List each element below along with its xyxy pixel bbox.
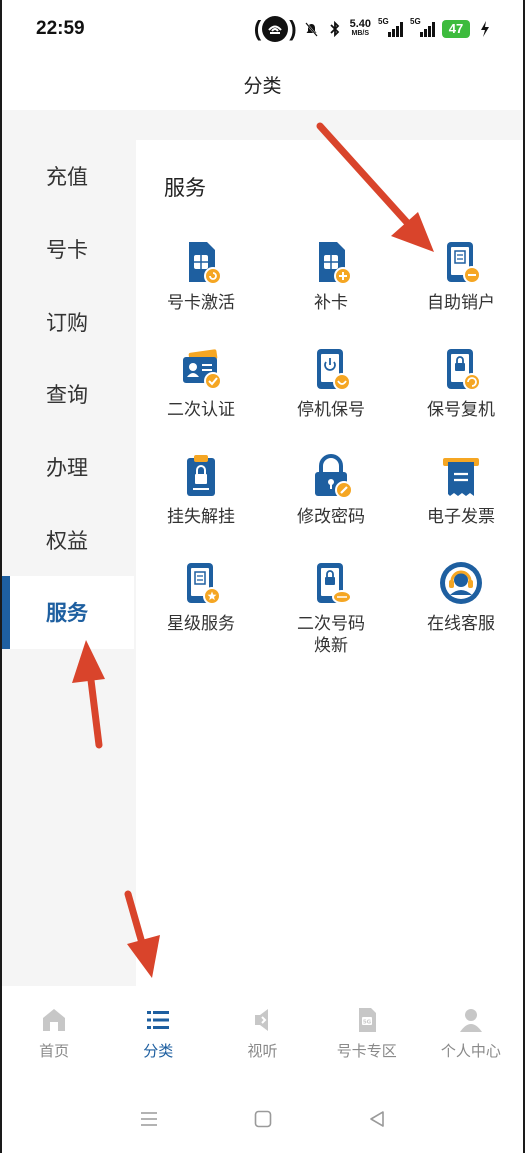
clipboard-lock-icon xyxy=(187,455,215,496)
charging-icon xyxy=(477,21,493,37)
service-sim-activate[interactable]: 号卡激活 xyxy=(136,238,266,345)
service-label: 挂失解挂 xyxy=(167,507,235,527)
status-icons: () 5.40 MB/S 5G 5G 47 xyxy=(254,16,493,42)
phone-cancel-icon xyxy=(447,242,481,284)
service-suspend-keep[interactable]: 停机保号 xyxy=(266,345,396,452)
tab-label: 号卡专区 xyxy=(336,1042,397,1060)
menu-icon[interactable] xyxy=(138,1108,160,1130)
service-number-renew[interactable]: 二次号码 焕新 xyxy=(266,559,396,666)
category-sidebar: 充值 号卡 订购 查询 办理 权益 服务 xyxy=(2,140,134,649)
service-online-support[interactable]: 在线客服 xyxy=(396,559,523,666)
sim-card-icon: 5G xyxy=(358,1008,376,1032)
service-report-loss[interactable]: 挂失解挂 xyxy=(136,452,266,559)
phone-lock-renew-icon xyxy=(317,563,352,604)
system-nav-bar xyxy=(2,1085,523,1153)
sidebar-item-service[interactable]: 服务 xyxy=(2,576,134,649)
service-label: 在线客服 xyxy=(427,614,495,634)
sim-activate-icon xyxy=(189,242,222,285)
service-sim-replace[interactable]: 补卡 xyxy=(266,238,396,345)
service-grid: 号卡激活 补卡 自助销户 二次认证 停机保号 保号复机 挂失解挂 修改密码 电子… xyxy=(136,238,523,666)
person-icon xyxy=(459,1009,482,1032)
section-title: 服务 xyxy=(164,176,206,200)
signal-1-icon: 5G xyxy=(378,17,403,37)
sidebar-item-recharge[interactable]: 充值 xyxy=(2,140,134,213)
service-restore[interactable]: 保号复机 xyxy=(396,345,523,452)
tab-label: 视听 xyxy=(247,1042,278,1060)
bluetooth-icon xyxy=(327,21,343,37)
phone-star-icon xyxy=(187,563,221,605)
lock-edit-icon xyxy=(315,454,353,499)
page-title: 分类 xyxy=(243,74,282,97)
tab-label: 分类 xyxy=(143,1042,174,1060)
sidebar-item-benefits[interactable]: 权益 xyxy=(2,503,134,576)
sidebar-item-sim-card[interactable]: 号卡 xyxy=(2,213,134,286)
page-header: 分类 xyxy=(2,58,523,110)
hotspot-icon: () xyxy=(253,16,297,42)
list-icon xyxy=(147,1011,170,1029)
service-label: 号卡激活 xyxy=(167,293,235,313)
service-label: 自助销户 xyxy=(427,293,495,313)
signal-2-icon: 5G xyxy=(410,17,435,37)
sidebar-item-handle[interactable]: 办理 xyxy=(2,431,134,504)
service-label: 停机保号 xyxy=(297,400,365,420)
tab-label: 个人中心 xyxy=(440,1042,501,1060)
service-second-verify[interactable]: 二次认证 xyxy=(136,345,266,452)
phone-screen: 22:59 () 5.40 MB/S 5G 5G 47 分类 充值 号卡 订购 查… xyxy=(0,0,525,1153)
invoice-icon xyxy=(443,458,479,496)
service-self-cancel[interactable]: 自助销户 xyxy=(396,238,523,345)
tab-sim-zone[interactable]: 5G 号卡专区 xyxy=(315,1006,419,1076)
service-label: 保号复机 xyxy=(427,400,495,420)
sidebar-item-subscribe[interactable]: 订购 xyxy=(2,285,134,358)
tab-audio-video[interactable]: 视听 xyxy=(210,1006,314,1076)
service-change-password[interactable]: 修改密码 xyxy=(266,452,396,559)
service-panel: 服务 号卡激活 补卡 自助销户 二次认证 停机保号 保号复机 挂失解挂 修改密码… xyxy=(136,140,523,986)
speaker-icon xyxy=(254,1009,268,1031)
bottom-tab-bar: 首页 分类 视听 5G 号卡专区 个人中心 xyxy=(2,986,523,1076)
id-verify-icon xyxy=(183,349,222,390)
service-label: 修改密码 xyxy=(297,507,365,527)
status-time: 22:59 xyxy=(36,18,85,39)
battery-level: 47 xyxy=(442,20,470,38)
service-label: 电子发票 xyxy=(427,507,495,527)
tab-profile[interactable]: 个人中心 xyxy=(419,1006,523,1076)
sidebar-item-query[interactable]: 查询 xyxy=(2,358,134,431)
back-triangle-icon[interactable] xyxy=(366,1108,388,1130)
service-label: 二次号码 焕新 xyxy=(297,614,365,656)
service-label: 星级服务 xyxy=(167,614,235,634)
home-icon xyxy=(43,1009,66,1031)
status-bar: 22:59 () 5.40 MB/S 5G 5G 47 xyxy=(2,0,523,58)
service-e-invoice[interactable]: 电子发票 xyxy=(396,452,523,559)
tab-home[interactable]: 首页 xyxy=(2,1006,106,1076)
service-star-level[interactable]: 星级服务 xyxy=(136,559,266,666)
tab-label: 首页 xyxy=(39,1042,70,1060)
tab-category[interactable]: 分类 xyxy=(106,1006,210,1076)
sim-add-icon xyxy=(319,242,352,285)
phone-suspend-icon xyxy=(317,349,351,391)
svg-text:5G: 5G xyxy=(363,1020,372,1026)
mute-icon xyxy=(304,21,320,37)
network-speed: 5.40 MB/S xyxy=(349,18,371,38)
service-label: 补卡 xyxy=(314,293,348,313)
phone-restore-icon xyxy=(447,349,481,391)
service-label: 二次认证 xyxy=(167,400,235,420)
home-square-icon[interactable] xyxy=(252,1108,274,1130)
headset-icon xyxy=(440,562,482,604)
